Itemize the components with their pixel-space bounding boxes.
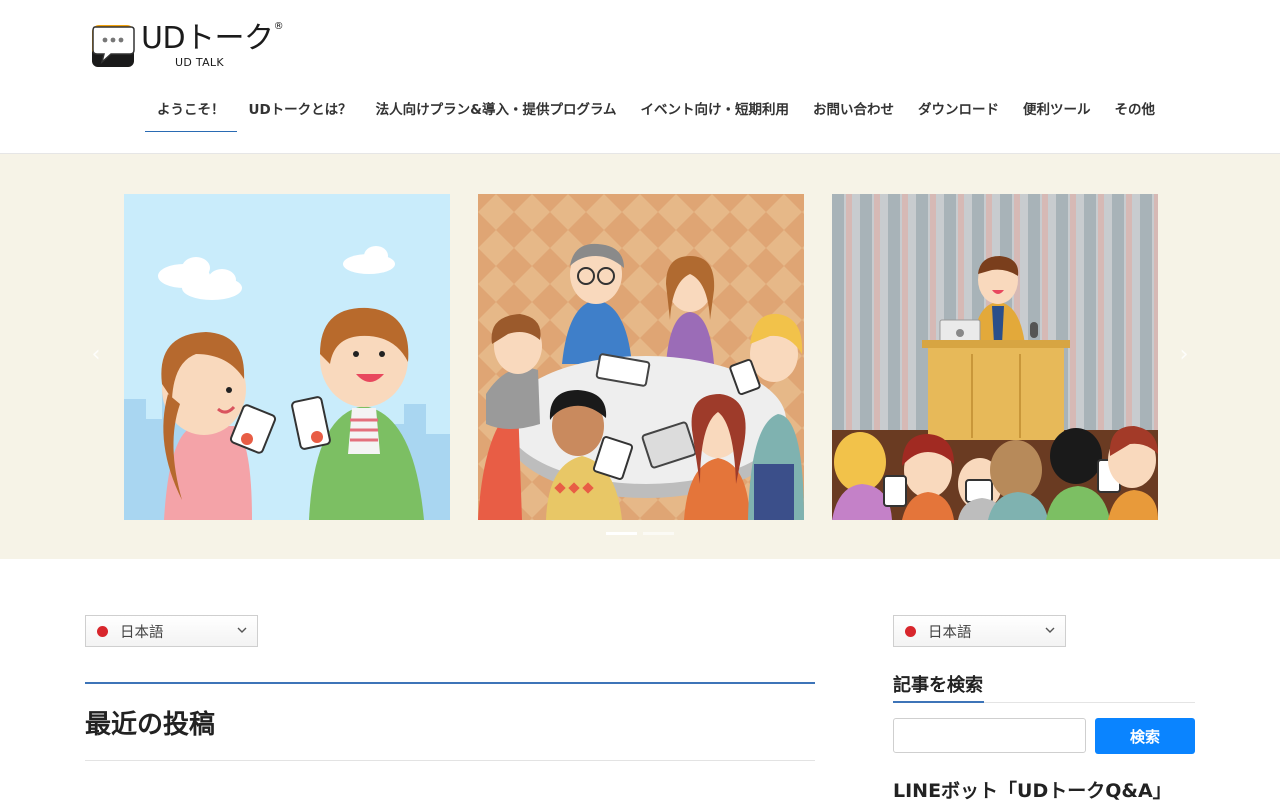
logo-title: UDトーク [141, 21, 274, 56]
chevron-down-icon [237, 627, 247, 633]
language-select-main[interactable]: 日本語 [85, 615, 258, 647]
carousel-dot-2[interactable] [643, 532, 674, 535]
section-divider [85, 760, 815, 761]
nav-item-business-plans[interactable]: 法人向けプラン&導入・提供プログラム [364, 82, 629, 132]
main-nav: ようこそ！ UDトークとは？ 法人向けプラン&導入・提供プログラム イベント向け… [145, 82, 1167, 132]
nav-item-events[interactable]: イベント向け・短期利用 [629, 82, 802, 132]
section-divider-accent [85, 682, 815, 684]
nav-item-contact[interactable]: お問い合わせ [801, 82, 906, 132]
language-select-label: 日本語 [120, 624, 164, 641]
search-input[interactable] [893, 718, 1086, 753]
chevron-down-icon [1045, 627, 1055, 633]
carousel-slide-meeting[interactable] [478, 194, 804, 520]
nav-item-tools[interactable]: 便利ツール [1011, 82, 1103, 132]
nav-item-download[interactable]: ダウンロード [906, 82, 1011, 132]
carousel-dot-1[interactable] [606, 532, 637, 535]
chevron-left-icon[interactable]: ‹ [85, 344, 107, 366]
language-select-label: 日本語 [928, 624, 972, 641]
japan-flag-icon [905, 625, 916, 637]
registered-mark: ® [273, 21, 284, 32]
search-widget-title: 記事を検索 [893, 675, 983, 696]
language-select-sidebar[interactable]: 日本語 [893, 615, 1066, 647]
logo-subtitle: UD TALK [175, 56, 224, 69]
recent-posts-title: 最近の投稿 [85, 710, 216, 740]
search-button[interactable]: 検索 [1095, 718, 1195, 754]
site-logo[interactable]: UDトーク ® UD TALK [91, 21, 284, 69]
nav-item-about[interactable]: UDトークとは？ [237, 82, 364, 132]
speech-bubble-logo-icon [91, 23, 135, 68]
site-header: UDトーク ® UD TALK ようこそ！ UDトークとは？ 法人向けプラン&導… [0, 0, 1280, 154]
carousel-slide-lecture[interactable] [832, 194, 1158, 520]
chevron-right-icon[interactable]: › [1173, 344, 1195, 366]
line-bot-widget-title: LINEボット「UDトークQ&A」 [893, 780, 1172, 800]
nav-item-welcome[interactable]: ようこそ！ [145, 82, 237, 132]
nav-item-other[interactable]: その他 [1103, 82, 1168, 132]
carousel-slide-conversation[interactable] [124, 194, 450, 520]
carousel-pagination [606, 532, 674, 535]
japan-flag-icon [97, 625, 108, 637]
widget-title-accent [893, 701, 984, 703]
hero-carousel: ‹ › [0, 154, 1280, 559]
